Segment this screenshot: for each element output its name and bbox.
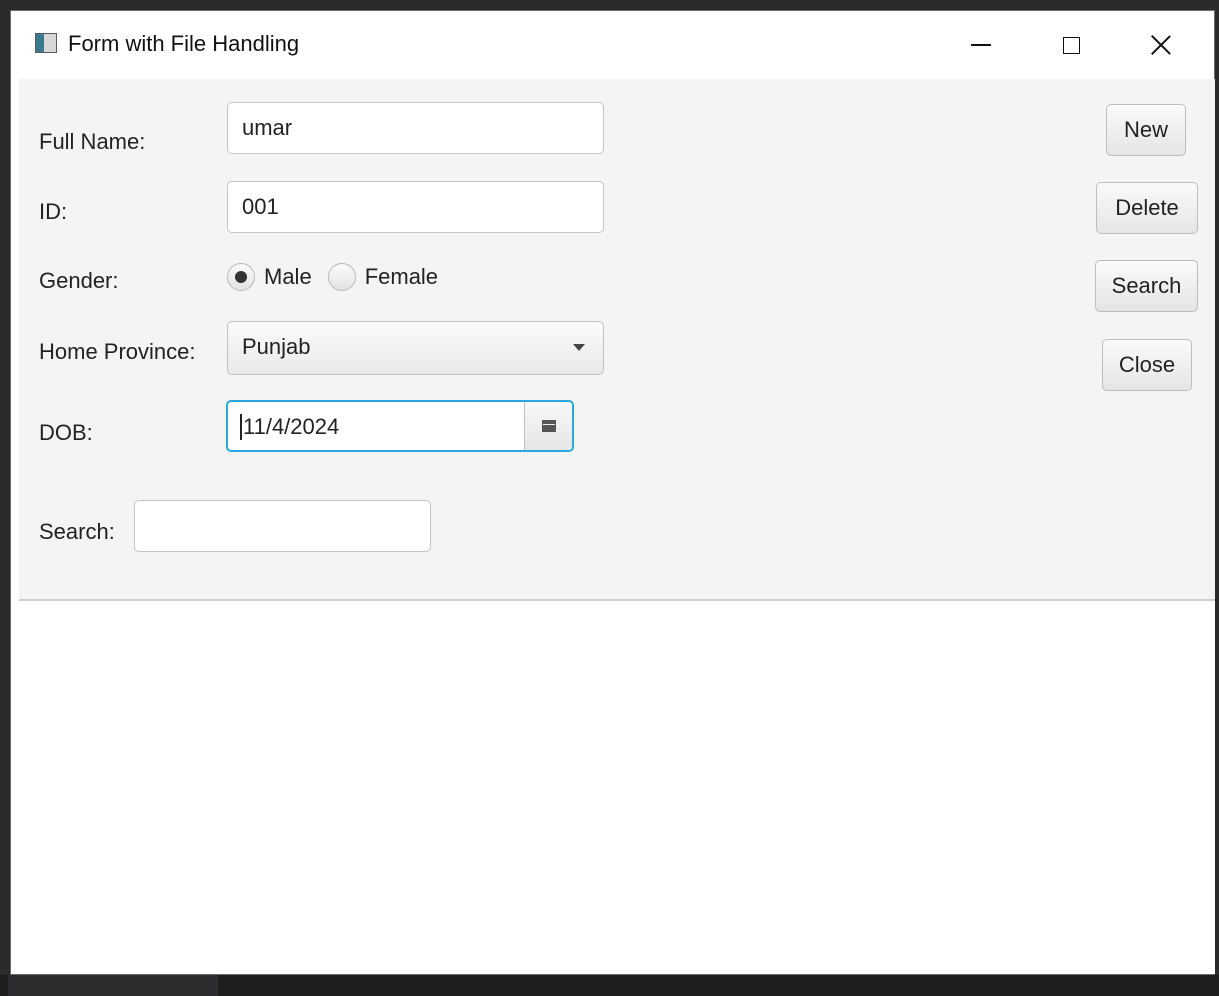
home-province-label: Home Province: xyxy=(39,339,196,364)
dob-value: 11/4/2024 xyxy=(243,414,340,439)
app-icon xyxy=(35,33,57,53)
search-input[interactable] xyxy=(134,500,431,552)
calendar-icon xyxy=(541,420,556,432)
close-icon xyxy=(1150,34,1172,56)
desktop-taskbar-strip xyxy=(0,975,1219,996)
search-button[interactable]: Search xyxy=(1095,260,1198,312)
radio-selected-dot xyxy=(235,271,247,283)
taskbar-tab xyxy=(8,975,218,996)
chevron-down-icon xyxy=(573,344,585,351)
app-window: Form with File Handling Full Name: umar … xyxy=(10,10,1215,975)
id-field[interactable]: 001 xyxy=(227,181,604,233)
close-window-button[interactable] xyxy=(1116,11,1206,79)
id-label: ID: xyxy=(39,199,68,224)
gender-female-radio[interactable] xyxy=(327,263,356,291)
maximize-icon xyxy=(1062,36,1080,54)
gender-radio-group: Male Female xyxy=(227,263,454,291)
home-province-dropdown[interactable]: Punjab xyxy=(227,321,604,375)
gender-female-label[interactable]: Female xyxy=(365,264,438,290)
text-cursor xyxy=(240,414,242,440)
maximize-button[interactable] xyxy=(1026,11,1116,79)
title-bar: Form with File Handling xyxy=(11,11,1214,79)
delete-button[interactable]: Delete xyxy=(1096,182,1198,234)
home-province-value: Punjab xyxy=(242,334,311,359)
dob-date-picker[interactable]: 11/4/2024 xyxy=(226,400,574,452)
new-button[interactable]: New xyxy=(1106,104,1186,156)
search-label: Search: xyxy=(39,519,115,544)
close-button[interactable]: Close xyxy=(1102,339,1192,391)
calendar-button[interactable] xyxy=(524,402,572,450)
minimize-icon xyxy=(971,44,991,46)
results-area xyxy=(19,601,1215,974)
full-name-label: Full Name: xyxy=(39,129,146,154)
form-pane: Full Name: umar ID: 001 Gender: Male Fem… xyxy=(19,79,1215,601)
full-name-field[interactable]: umar xyxy=(227,102,604,154)
window-title: Form with File Handling xyxy=(68,31,300,56)
minimize-button[interactable] xyxy=(936,11,1026,79)
gender-label: Gender: xyxy=(39,268,119,293)
dob-label: DOB: xyxy=(39,420,93,445)
gender-male-label[interactable]: Male xyxy=(264,264,312,290)
gender-male-radio[interactable] xyxy=(227,263,255,291)
